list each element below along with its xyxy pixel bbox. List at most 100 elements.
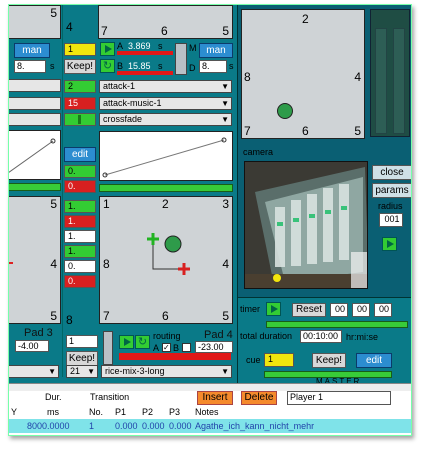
b-unit: s — [158, 61, 163, 71]
cue-tag[interactable]: 1 — [64, 43, 96, 56]
side-val[interactable]: 1. — [64, 230, 96, 243]
compass-num: 8 — [244, 70, 251, 84]
loop-icon[interactable]: ↻ — [100, 59, 115, 73]
params-button[interactable]: params — [372, 183, 411, 198]
pad-num: 6 — [161, 24, 168, 38]
pad3-column: 4 7 6 5 1 A 3.869 s Keep! ↻ B 15.85 s M … — [62, 5, 237, 378]
camera-position-pad[interactable]: 2 8 4 7 6 5 — [241, 9, 365, 139]
total-duration-field[interactable]: 00:10:00 — [300, 330, 342, 343]
reset-button[interactable]: Reset — [292, 303, 326, 317]
transition-header: Transition — [90, 392, 130, 402]
row-tag-2[interactable]: 15 — [64, 97, 96, 110]
insert-button[interactable]: Insert — [197, 391, 233, 405]
side-val[interactable]: 0. — [64, 180, 96, 193]
camera-play-button[interactable] — [382, 237, 397, 251]
value-field[interactable]: -4.00 — [15, 340, 49, 352]
routing-num[interactable]: 1 — [66, 335, 98, 348]
side-val[interactable]: 1. — [64, 215, 96, 228]
seconds-field-2[interactable]: 8. — [199, 60, 227, 73]
camera-position-dot[interactable] — [277, 103, 293, 119]
a-label: A — [117, 41, 124, 51]
side-val[interactable]: 1. — [64, 200, 96, 213]
timer-progress — [266, 321, 408, 328]
play-button-a[interactable] — [100, 42, 115, 56]
seconds-unit: s — [50, 61, 55, 71]
total-duration-label: total duration — [240, 331, 293, 341]
left-select-3[interactable] — [9, 113, 61, 126]
sound-num-select[interactable]: 21 ▼ — [66, 365, 98, 378]
keep-button-2[interactable]: Keep! — [66, 351, 98, 366]
timer-hours[interactable]: 00 — [330, 303, 348, 317]
side-val[interactable]: 0. — [64, 275, 96, 288]
row-select-2[interactable]: attack-music-1 ▼ — [99, 97, 232, 110]
timer-play-button[interactable] — [266, 302, 281, 316]
left-select-2[interactable] — [9, 97, 61, 110]
vu-meter-left — [375, 28, 387, 134]
cue-field[interactable]: 1 — [264, 353, 294, 367]
routing-b-checkbox[interactable] — [182, 343, 191, 352]
player-field[interactable]: Player 1 — [287, 391, 391, 405]
fader[interactable] — [175, 43, 187, 75]
col-header: Y — [11, 407, 18, 417]
col-header: P3 — [169, 407, 181, 417]
right-column: 2 8 4 7 6 5 camera close params radius 0… — [237, 5, 411, 386]
sound-num: 21 — [70, 366, 81, 376]
cell-p2: 0.000 — [142, 421, 165, 431]
left-select-1[interactable] — [9, 79, 61, 92]
corner-num: 5 — [50, 6, 57, 20]
routing-value[interactable]: -23.00 — [195, 341, 233, 353]
man-button-2[interactable]: man — [199, 43, 233, 58]
a-level — [117, 51, 173, 55]
radius-field[interactable]: 001 — [379, 213, 403, 227]
side-val[interactable]: 0. — [64, 260, 96, 273]
m-label: M — [189, 43, 197, 53]
play-button-routing[interactable] — [119, 335, 134, 349]
pad3-level-bar — [99, 184, 233, 192]
timer-seconds[interactable]: 00 — [374, 303, 392, 317]
radius-label: radius — [378, 201, 403, 211]
table-row[interactable]: 8000.0000 1 0.000 0.000 0.000 Agathe_ich… — [9, 419, 411, 433]
row-select-1[interactable]: attack-1 ▼ — [99, 80, 232, 93]
row-select-3[interactable]: crossfade ▼ — [99, 113, 232, 126]
delete-button[interactable]: Delete — [241, 391, 277, 405]
row-tag-3[interactable] — [64, 113, 96, 126]
routing-a-checkbox[interactable]: ✓ — [162, 343, 171, 352]
side-val[interactable]: 1. — [64, 245, 96, 258]
cross-marker — [9, 262, 13, 264]
man-button[interactable]: man — [14, 43, 50, 58]
cue-edit-button[interactable]: edit — [356, 353, 392, 368]
compass-num: 6 — [302, 124, 309, 138]
side-val[interactable]: 0. — [64, 165, 96, 178]
vu-meters — [370, 9, 410, 137]
cue-keep-button[interactable]: Keep! — [312, 353, 346, 368]
envelope-curve[interactable] — [99, 131, 233, 181]
sound-select[interactable]: rice-mix-3-long ▼ — [101, 365, 232, 378]
col-header: No. — [89, 407, 104, 417]
left-pad-column: 5 man 8. s 5 4 5 Pad 3 -4.00 ▼ — [9, 5, 61, 378]
pad-num: 4 — [66, 20, 73, 34]
pad3-label: Pad 3 — [24, 327, 53, 339]
close-button[interactable]: close — [372, 165, 411, 180]
left-bottom-select[interactable]: ▼ — [9, 365, 59, 378]
left-xy-pad[interactable]: 5 4 5 — [9, 196, 61, 324]
time-format-label: hr:mi:se — [346, 332, 379, 342]
a-unit: s — [158, 41, 163, 51]
edit-button[interactable]: edit — [64, 147, 96, 162]
vu-meter-right — [393, 28, 405, 134]
fader-2[interactable] — [103, 331, 113, 365]
compass-num: 5 — [354, 124, 361, 138]
routing-level — [119, 353, 231, 360]
pad-num: 4 — [50, 257, 57, 271]
compass-num: 7 — [244, 124, 251, 138]
routing-label: routing — [153, 331, 181, 341]
cell-dur: 8000.0000 — [27, 421, 70, 431]
cue-label: cue — [246, 355, 261, 365]
pad3-xy-grid[interactable]: 1 2 3 8 4 7 6 5 — [99, 196, 233, 324]
timer-minutes[interactable]: 00 — [352, 303, 370, 317]
row-tag-1[interactable]: 2 — [64, 80, 96, 93]
seconds-field[interactable]: 8. — [14, 60, 46, 73]
keep-button[interactable]: Keep! — [64, 59, 96, 74]
loop-icon-2[interactable]: ↻ — [135, 335, 150, 349]
b-time: 15.85 — [128, 61, 151, 71]
routing-b: B — [173, 343, 180, 353]
